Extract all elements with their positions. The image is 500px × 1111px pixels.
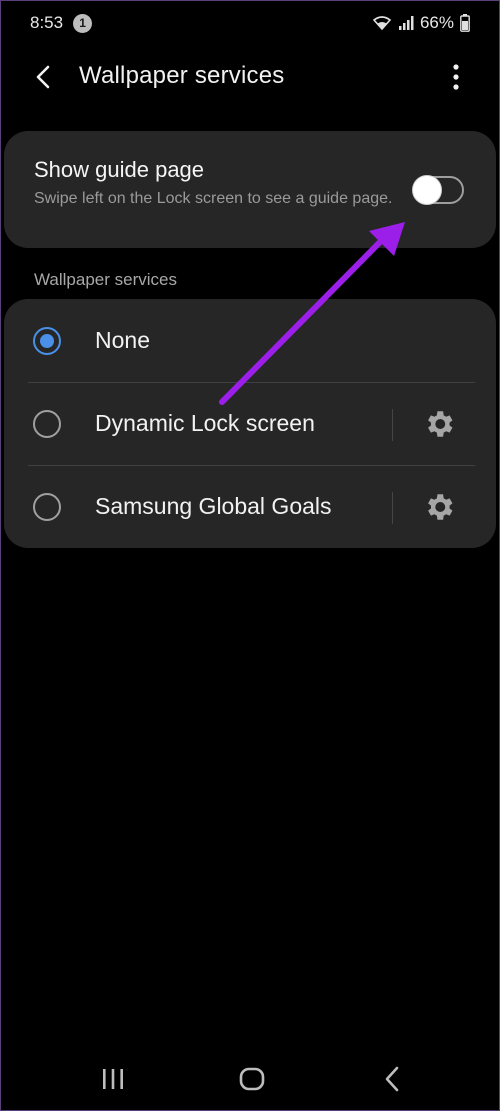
guide-subtitle: Swipe left on the Lock screen to see a g… bbox=[34, 190, 393, 207]
option-dynamic-lock-screen[interactable]: Dynamic Lock screen bbox=[4, 383, 496, 466]
battery-percent: 66% bbox=[419, 13, 454, 32]
recents-button[interactable] bbox=[98, 1064, 128, 1094]
show-guide-page-toggle[interactable] bbox=[412, 175, 466, 205]
gear-icon bbox=[428, 411, 453, 437]
dynamic-lock-screen-settings-button[interactable] bbox=[422, 407, 456, 441]
samsung-global-goals-settings-button[interactable] bbox=[422, 490, 456, 524]
wifi-icon bbox=[372, 16, 392, 31]
back-nav-button[interactable] bbox=[378, 1064, 408, 1094]
radio-button[interactable] bbox=[33, 410, 61, 438]
app-bar: Wallpaper services bbox=[0, 46, 500, 108]
section-label: Wallpaper services bbox=[34, 270, 177, 289]
gear-icon bbox=[428, 494, 453, 520]
option-label: Samsung Global Goals bbox=[95, 493, 332, 519]
battery-icon bbox=[460, 14, 470, 32]
home-button[interactable] bbox=[237, 1064, 267, 1094]
option-samsung-global-goals[interactable]: Samsung Global Goals bbox=[4, 466, 496, 549]
notification-badge: 1 bbox=[73, 13, 93, 33]
show-guide-page-card[interactable]: Show guide page Swipe left on the Lock s… bbox=[4, 131, 496, 248]
recents-icon bbox=[103, 1069, 123, 1089]
signal-icon bbox=[398, 16, 414, 30]
radio-button[interactable] bbox=[33, 493, 61, 521]
navigation-bar bbox=[0, 1048, 500, 1108]
toggle-knob bbox=[412, 175, 442, 205]
option-none[interactable]: None bbox=[4, 299, 496, 382]
home-icon bbox=[239, 1067, 265, 1091]
status-bar: 8:53 1 66% bbox=[0, 0, 500, 46]
page-title: Wallpaper services bbox=[79, 62, 285, 89]
guide-title: Show guide page bbox=[34, 157, 205, 182]
more-options-button[interactable] bbox=[444, 62, 468, 92]
wallpaper-services-list: None Dynamic Lock screen Samsung Global … bbox=[4, 299, 496, 548]
radio-button[interactable] bbox=[33, 327, 61, 355]
vertical-divider bbox=[392, 409, 393, 441]
chevron-left-icon bbox=[36, 65, 50, 89]
back-button[interactable] bbox=[30, 63, 58, 91]
status-time: 8:53 bbox=[30, 13, 64, 32]
status-icons: 66% bbox=[372, 13, 470, 33]
option-label: None bbox=[95, 327, 150, 353]
vertical-divider bbox=[392, 492, 393, 524]
more-vertical-icon bbox=[453, 64, 459, 90]
back-icon bbox=[385, 1066, 399, 1092]
option-label: Dynamic Lock screen bbox=[95, 410, 315, 436]
